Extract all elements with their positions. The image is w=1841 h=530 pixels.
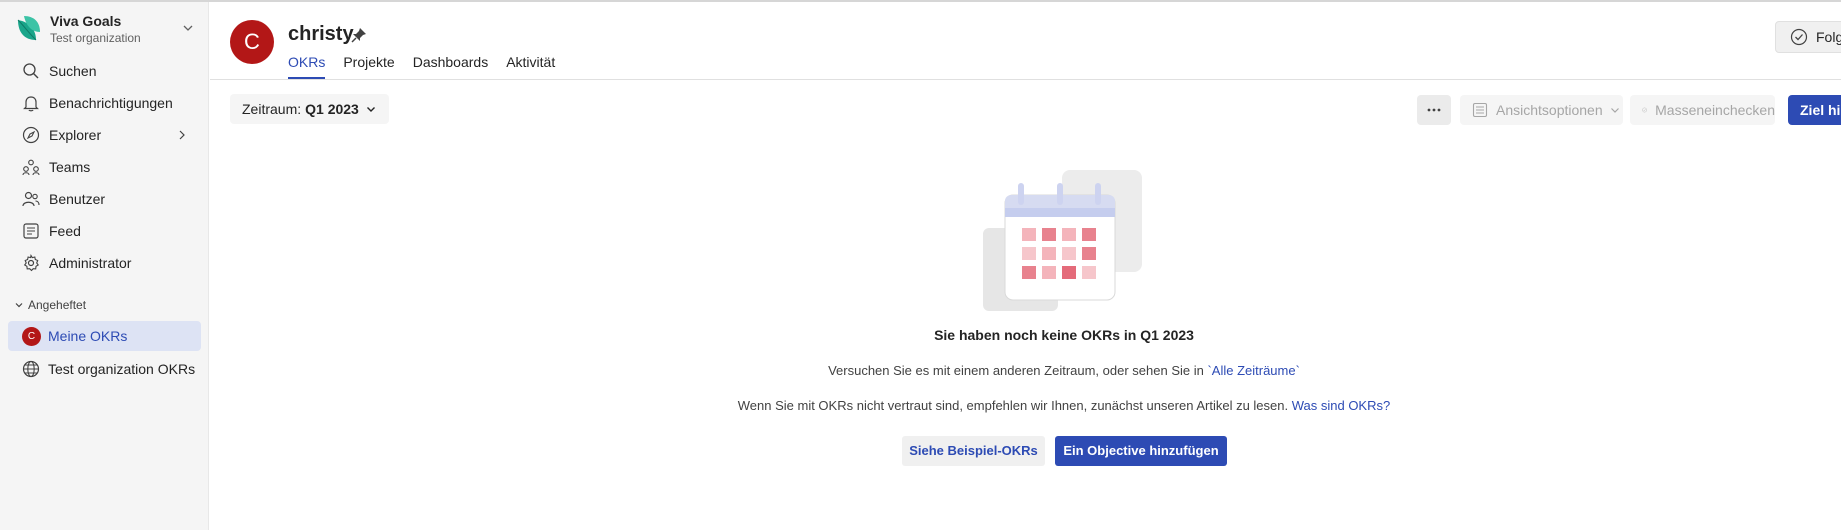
add-objective-button[interactable]: Ein Objective hinzufügen xyxy=(1055,436,1227,466)
pin-icon[interactable] xyxy=(350,26,368,44)
follow-button[interactable]: Folgen xyxy=(1775,21,1841,53)
sidebar-item-feed[interactable]: Feed xyxy=(8,216,201,246)
sidebar-item-label: Administrator xyxy=(49,255,132,271)
sidebar-item-label: Benutzer xyxy=(49,191,106,207)
tab-okrs[interactable]: OKRs xyxy=(288,54,326,79)
feed-icon xyxy=(23,223,39,239)
view-list-icon xyxy=(1472,102,1488,118)
sidebar-item-users[interactable]: Benutzer xyxy=(8,184,201,214)
tab-bar: OKRs Projekte Dashboards Aktivität xyxy=(288,54,573,79)
example-okrs-button[interactable]: Siehe Beispiel-OKRs xyxy=(902,436,1045,466)
teams-icon xyxy=(22,159,40,176)
sidebar-item-search[interactable]: Suchen xyxy=(8,56,201,86)
page-title: christy xyxy=(288,23,354,45)
more-horizontal-icon xyxy=(1427,108,1441,112)
bulk-checkin-button[interactable]: Masseneinchecken xyxy=(1630,95,1775,125)
page-header: C christy OKRs Projekte Dashboards Aktiv… xyxy=(210,2,1841,80)
empty-state-title: Sie haben noch keine OKRs in Q1 2023 xyxy=(934,327,1194,343)
view-options-button[interactable]: Ansichtsoptionen xyxy=(1460,95,1623,125)
chevron-down-icon[interactable] xyxy=(181,21,195,35)
hint-text: Versuchen Sie es mit einem anderen Zeitr… xyxy=(828,363,1208,378)
sidebar-item-label: Teams xyxy=(49,159,91,175)
view-options-label: Ansichtsoptionen xyxy=(1496,102,1603,118)
sidebar-item-label: Explorer xyxy=(49,127,102,143)
pinned-section-header[interactable]: Angeheftet xyxy=(14,298,86,312)
bell-icon xyxy=(23,96,39,112)
period-label: Zeitraum: xyxy=(242,101,302,117)
gear-icon xyxy=(23,254,39,272)
search-icon xyxy=(23,63,39,79)
all-periods-link[interactable]: `Alle Zeiträume` xyxy=(1207,363,1299,378)
users-icon xyxy=(22,191,40,207)
bulk-checkin-label: Masseneinchecken xyxy=(1655,102,1775,118)
sidebar-item-explorer[interactable]: Explorer xyxy=(8,120,201,150)
chevron-down-icon xyxy=(366,107,375,112)
sidebar-item-label: Benachrichtigungen xyxy=(49,95,173,111)
avatar: C xyxy=(230,20,274,64)
compass-icon xyxy=(22,126,40,144)
sidebar-item-notifications[interactable]: Benachrichtigungen xyxy=(8,88,201,118)
sidebar: Viva Goals Test organization Suchen Bena… xyxy=(0,2,209,530)
what-are-okrs-link[interactable]: Was sind OKRs? xyxy=(1292,398,1391,413)
empty-state-hint-period: Versuchen Sie es mit einem anderen Zeitr… xyxy=(0,363,1841,378)
follow-label: Folgen xyxy=(1816,29,1841,45)
chevron-right-icon[interactable] xyxy=(176,129,188,141)
tab-dashboards[interactable]: Dashboards xyxy=(413,54,489,76)
org-subtitle: Test organization xyxy=(50,31,141,45)
org-switcher[interactable]: Viva Goals Test organization xyxy=(0,2,209,46)
tab-projects[interactable]: Projekte xyxy=(343,54,394,76)
hint-text: Wenn Sie mit OKRs nicht vertraut sind, e… xyxy=(737,398,1292,413)
period-selector[interactable]: Zeitraum: Q1 2023 xyxy=(230,94,389,124)
checkin-icon xyxy=(1642,107,1647,113)
chevron-down-icon xyxy=(1610,108,1619,113)
sidebar-item-label: Suchen xyxy=(49,63,97,79)
org-name: Viva Goals xyxy=(50,13,122,29)
chevron-down-icon xyxy=(15,303,23,308)
check-circle-icon xyxy=(1790,28,1808,46)
pinned-section-label: Angeheftet xyxy=(28,298,87,312)
sidebar-item-label: Feed xyxy=(49,223,81,239)
calendar-illustration xyxy=(983,170,1142,311)
sidebar-item-admin[interactable]: Administrator xyxy=(8,248,201,278)
viva-goals-logo xyxy=(17,16,40,41)
empty-state-hint-article: Wenn Sie mit OKRs nicht vertraut sind, e… xyxy=(0,398,1841,413)
sidebar-item-teams[interactable]: Teams xyxy=(8,152,201,182)
tab-activity[interactable]: Aktivität xyxy=(506,54,555,76)
period-value: Q1 2023 xyxy=(305,101,359,117)
more-options-button[interactable] xyxy=(1417,95,1451,125)
add-goal-button[interactable]: Ziel hinzufügen xyxy=(1788,95,1841,125)
